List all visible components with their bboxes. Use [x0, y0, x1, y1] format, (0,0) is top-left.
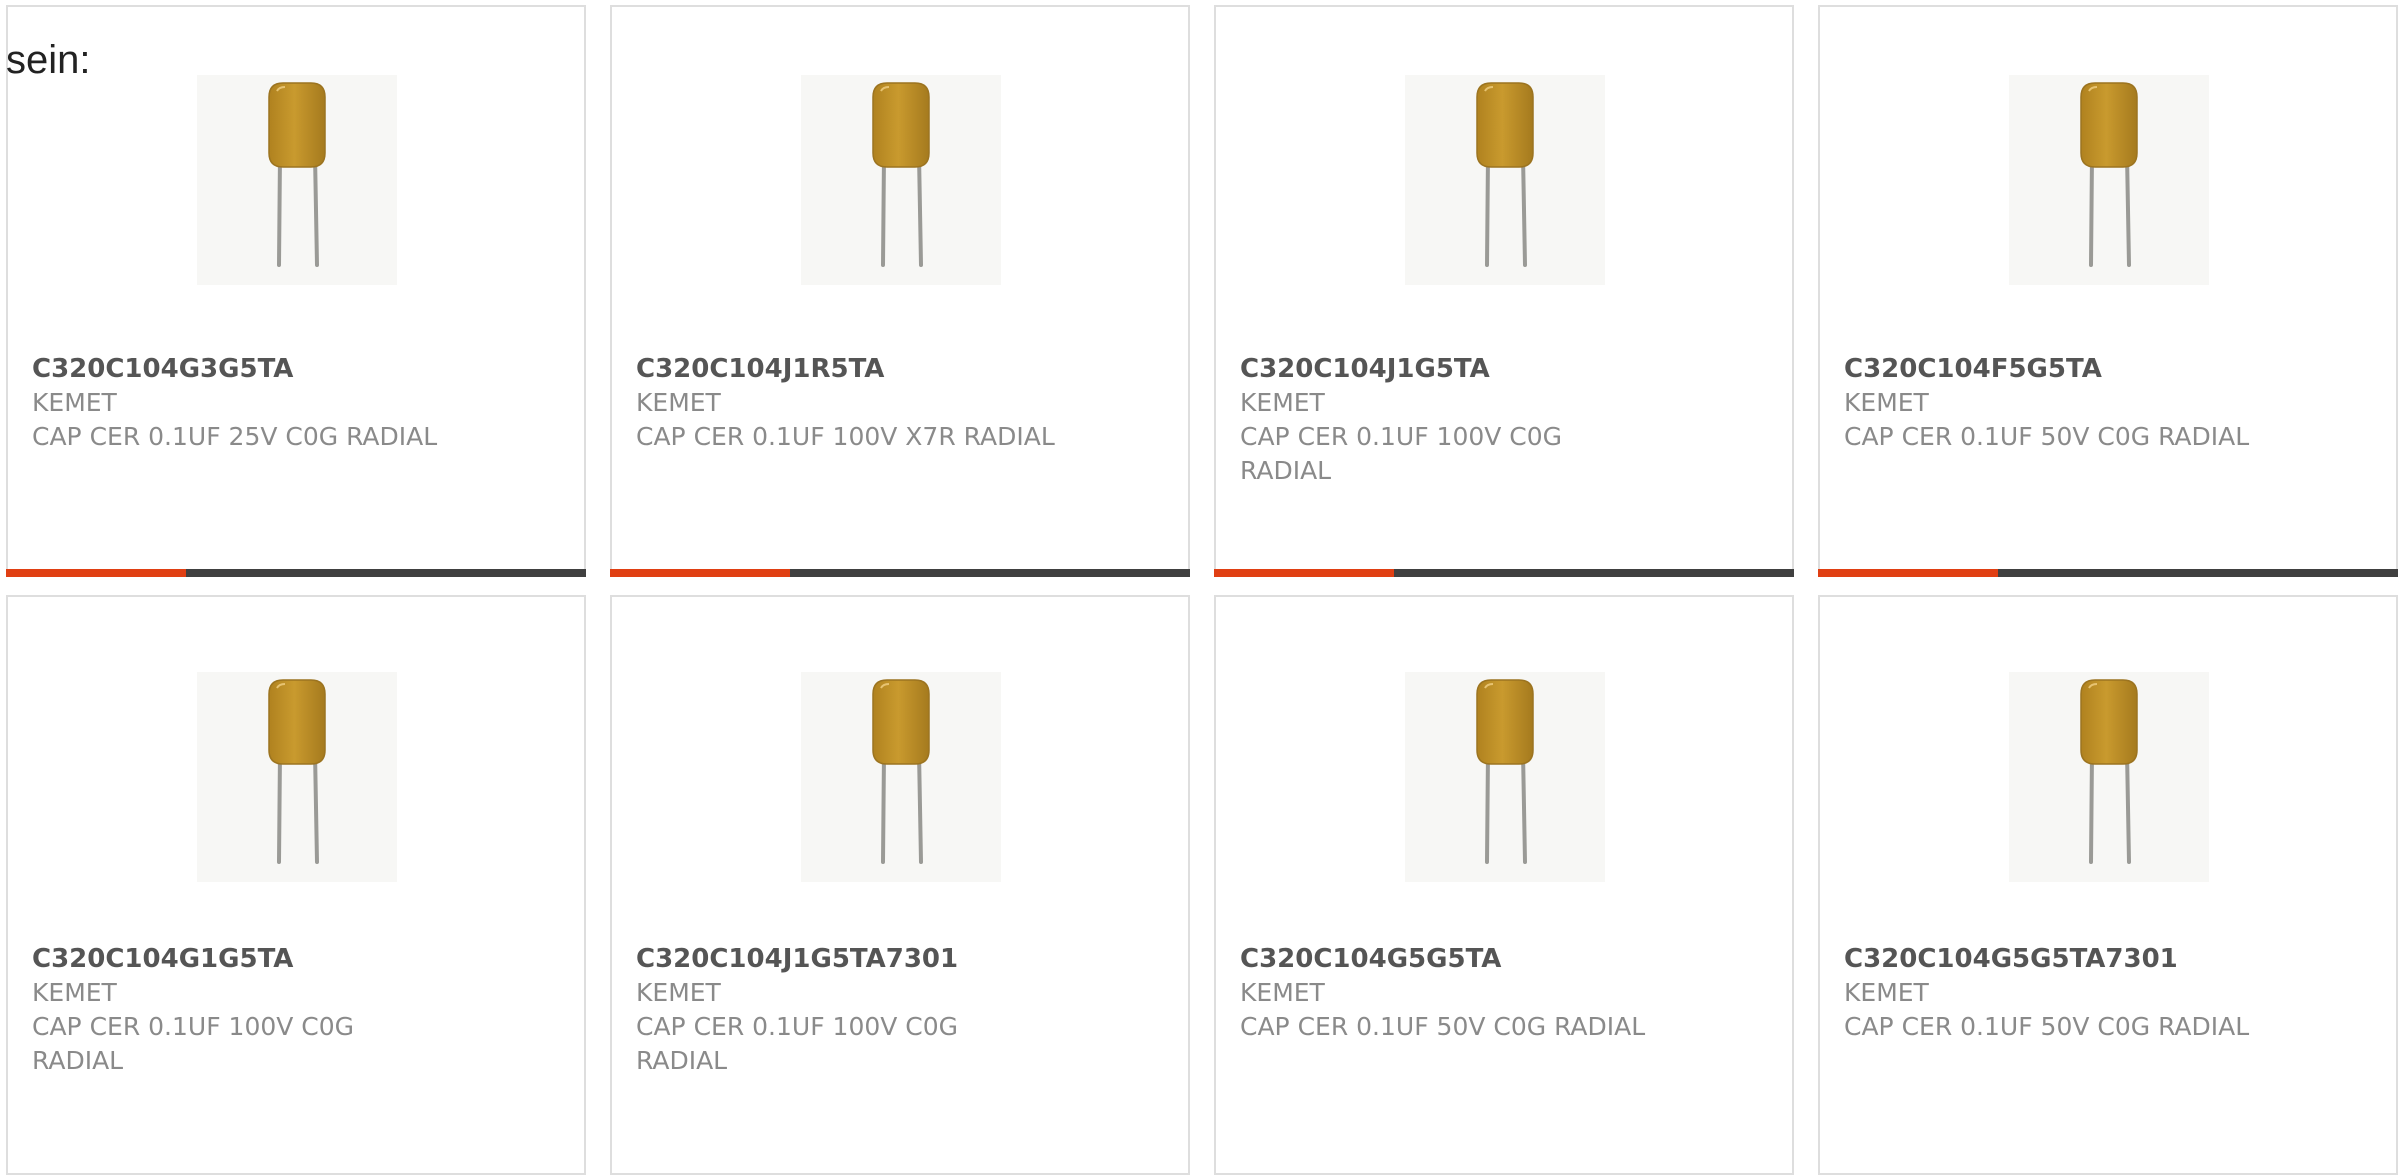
radial-ceramic-capacitor-image — [2009, 672, 2209, 882]
progress-fill — [610, 569, 790, 577]
product-info: C320C104F5G5TA KEMET CAP CER 0.1UF 50V C… — [1844, 352, 2344, 454]
product-info: C320C104J1G5TA KEMET CAP CER 0.1UF 100V … — [1240, 352, 1570, 488]
product-card[interactable]: C320C104J1G5TA7301 KEMET CAP CER 0.1UF 1… — [610, 595, 1190, 1175]
manufacturer: KEMET — [1844, 978, 1929, 1007]
part-number[interactable]: C320C104G3G5TA — [32, 352, 532, 386]
progress-bar — [1214, 569, 1794, 577]
product-card[interactable]: C320C104J1G5TA KEMET CAP CER 0.1UF 100V … — [1214, 5, 1794, 577]
product-info: C320C104G1G5TA KEMET CAP CER 0.1UF 100V … — [32, 942, 362, 1078]
progress-bar — [1818, 569, 2398, 577]
progress-bar — [6, 569, 586, 577]
product-description: CAP CER 0.1UF 100V C0G RADIAL — [636, 1012, 959, 1075]
product-card[interactable]: C320C104F5G5TA KEMET CAP CER 0.1UF 50V C… — [1818, 5, 2398, 577]
product-description: CAP CER 0.1UF 25V C0G RADIAL — [32, 422, 438, 451]
radial-ceramic-capacitor-image — [1405, 672, 1605, 882]
product-info: C320C104J1R5TA KEMET CAP CER 0.1UF 100V … — [636, 352, 1136, 454]
product-description: CAP CER 0.1UF 100V C0G RADIAL — [32, 1012, 355, 1075]
product-info: C320C104G3G5TA KEMET CAP CER 0.1UF 25V C… — [32, 352, 532, 454]
part-number[interactable]: C320C104G5G5TA — [1240, 942, 1740, 976]
product-card[interactable]: C320C104G5G5TA KEMET CAP CER 0.1UF 50V C… — [1214, 595, 1794, 1175]
progress-bar — [610, 569, 1190, 577]
manufacturer: KEMET — [1844, 388, 1929, 417]
product-card[interactable]: C320C104G3G5TA KEMET CAP CER 0.1UF 25V C… — [6, 5, 586, 577]
intro-text: sein: — [6, 38, 91, 82]
radial-ceramic-capacitor-image — [2009, 75, 2209, 285]
product-card[interactable]: C320C104G1G5TA KEMET CAP CER 0.1UF 100V … — [6, 595, 586, 1175]
manufacturer: KEMET — [32, 388, 117, 417]
product-info: C320C104J1G5TA7301 KEMET CAP CER 0.1UF 1… — [636, 942, 966, 1078]
product-grid: C320C104G3G5TA KEMET CAP CER 0.1UF 25V C… — [6, 5, 2400, 1175]
product-description: CAP CER 0.1UF 50V C0G RADIAL — [1844, 422, 2250, 451]
manufacturer: KEMET — [636, 388, 721, 417]
product-info: C320C104G5G5TA KEMET CAP CER 0.1UF 50V C… — [1240, 942, 1740, 1044]
radial-ceramic-capacitor-image — [197, 75, 397, 285]
progress-fill — [1214, 569, 1394, 577]
progress-fill — [6, 569, 186, 577]
part-number[interactable]: C320C104G1G5TA — [32, 942, 362, 976]
manufacturer: KEMET — [636, 978, 721, 1007]
radial-ceramic-capacitor-image — [197, 672, 397, 882]
product-description: CAP CER 0.1UF 50V C0G RADIAL — [1240, 1012, 1646, 1041]
radial-ceramic-capacitor-image — [801, 672, 1001, 882]
part-number[interactable]: C320C104G5G5TA7301 — [1844, 942, 2344, 976]
product-card[interactable]: C320C104G5G5TA7301 KEMET CAP CER 0.1UF 5… — [1818, 595, 2398, 1175]
manufacturer: KEMET — [1240, 388, 1325, 417]
manufacturer: KEMET — [1240, 978, 1325, 1007]
product-card[interactable]: C320C104J1R5TA KEMET CAP CER 0.1UF 100V … — [610, 5, 1190, 577]
progress-fill — [1818, 569, 1998, 577]
manufacturer: KEMET — [32, 978, 117, 1007]
part-number[interactable]: C320C104J1R5TA — [636, 352, 1136, 386]
product-description: CAP CER 0.1UF 100V X7R RADIAL — [636, 422, 1055, 451]
product-description: CAP CER 0.1UF 50V C0G RADIAL — [1844, 1012, 2250, 1041]
radial-ceramic-capacitor-image — [801, 75, 1001, 285]
part-number[interactable]: C320C104J1G5TA7301 — [636, 942, 966, 976]
product-info: C320C104G5G5TA7301 KEMET CAP CER 0.1UF 5… — [1844, 942, 2344, 1044]
part-number[interactable]: C320C104F5G5TA — [1844, 352, 2344, 386]
radial-ceramic-capacitor-image — [1405, 75, 1605, 285]
product-description: CAP CER 0.1UF 100V C0G RADIAL — [1240, 422, 1563, 485]
part-number[interactable]: C320C104J1G5TA — [1240, 352, 1570, 386]
